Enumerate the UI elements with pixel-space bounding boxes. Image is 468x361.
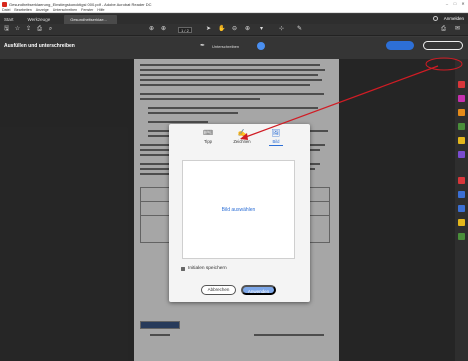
tab-zeichnen-label: Zeichnen — [233, 139, 251, 144]
comment-tool-icon[interactable] — [458, 123, 465, 130]
edit-pdf-icon[interactable] — [458, 95, 465, 102]
menu-datei[interactable]: Datei — [2, 8, 10, 12]
bookmark-star-icon[interactable]: ☆ — [14, 26, 21, 33]
tab-bild[interactable]: 🖼 Bild — [266, 130, 286, 146]
fill-sign-tool-icon[interactable] — [458, 177, 465, 184]
tab-bild-label: Bild — [272, 139, 280, 144]
print-small-icon[interactable]: ⎙ — [440, 26, 447, 33]
fill-sign-bar: Ausfüllen und unterschreiben ✒ Unterschr… — [0, 37, 468, 59]
search-icon[interactable]: ⌕ — [47, 26, 54, 33]
fill-sign-title: Ausfüllen und unterschreiben — [4, 43, 75, 49]
more-tools-icon[interactable] — [458, 233, 465, 240]
next-button[interactable] — [386, 41, 414, 50]
apply-button[interactable]: Anwenden — [241, 285, 276, 295]
select-tool-icon[interactable]: ⊹ — [278, 26, 285, 33]
window-controls: – □ ✕ — [444, 1, 466, 6]
zoom-out-icon[interactable]: ⊖ — [231, 26, 238, 33]
tab-start[interactable]: Start — [4, 17, 14, 22]
close-fill-sign-button[interactable] — [423, 41, 463, 50]
menu-hilfe[interactable]: Hilfe — [97, 8, 104, 12]
keyboard-icon: ⌨ — [203, 130, 214, 137]
active-tab-underline — [269, 145, 283, 146]
image-dropzone[interactable]: Bild auswählen — [182, 160, 295, 259]
comment-icon[interactable]: ✎ — [296, 26, 303, 33]
menu-anzeige[interactable]: Anzeige — [36, 8, 49, 12]
sign-label[interactable]: Unterschreiben — [212, 44, 239, 49]
initials-dialog: ⌨ Tipp ✍ Zeichnen 🖼 Bild Bild auswählen … — [169, 124, 310, 302]
title-bar: Gesundheitserklaerung_Einstiegskoncktigs… — [0, 0, 468, 8]
draw-icon: ✍ — [237, 130, 247, 137]
save-initials-checkbox[interactable] — [181, 266, 185, 271]
mail-icon[interactable]: ✉ — [454, 26, 461, 33]
zoom-dropdown-icon[interactable]: ▾ — [258, 26, 265, 33]
tab-bar: Start Werkzeuge Gesundheitserklae... Anm… — [0, 14, 468, 24]
window-title: Gesundheitserklaerung_Einstiegskoncktigs… — [9, 1, 152, 7]
share-icon[interactable]: ⇪ — [25, 26, 32, 33]
tab-tipp-label: Tipp — [204, 139, 212, 144]
cancel-button[interactable]: Abbrechen — [201, 285, 236, 295]
tab-zeichnen[interactable]: ✍ Zeichnen — [232, 130, 252, 146]
menu-fenster[interactable]: Fenster — [81, 8, 93, 12]
zoom-in-icon[interactable]: ⊕ — [244, 26, 251, 33]
combine-icon[interactable] — [458, 137, 465, 144]
save-icon[interactable]: 🖫 — [3, 26, 10, 33]
page-up-icon[interactable]: ⊕ — [148, 26, 155, 33]
save-initials-option[interactable]: Initialen speichern — [181, 266, 227, 271]
star-tool-icon[interactable] — [458, 219, 465, 226]
right-tools-panel — [455, 59, 468, 361]
create-pdf-icon[interactable] — [458, 109, 465, 116]
image-icon: 🖼 — [271, 130, 281, 137]
sign-pen-icon[interactable]: ✒ — [200, 43, 206, 49]
export-pdf-icon[interactable] — [458, 81, 465, 88]
color-dot-icon[interactable] — [257, 42, 266, 50]
save-initials-label: Initialen speichern — [188, 266, 227, 271]
dialog-tabs: ⌨ Tipp ✍ Zeichnen 🖼 Bild — [198, 130, 286, 146]
organize-icon[interactable] — [458, 151, 465, 158]
page-down-icon[interactable]: ⊕ — [160, 26, 167, 33]
send-icon[interactable] — [458, 205, 465, 212]
tab-document[interactable]: Gesundheitserklae... — [64, 14, 117, 24]
menu-bearbeiten[interactable]: Bearbeiten — [14, 8, 31, 12]
help-icon[interactable] — [432, 16, 438, 21]
protect-icon[interactable] — [458, 191, 465, 198]
minimize-button[interactable]: – — [444, 1, 450, 6]
menu-bar: Datei Bearbeiten Anzeige Unterschreiben … — [0, 8, 468, 13]
tab-tipp[interactable]: ⌨ Tipp — [198, 130, 218, 146]
print-icon[interactable]: ⎙ — [36, 26, 43, 33]
acrobat-icon — [2, 1, 7, 7]
menu-unterschreiben[interactable]: Unterschreiben — [53, 8, 77, 12]
close-window-button[interactable]: ✕ — [460, 1, 466, 6]
cursor-icon[interactable]: ➤ — [205, 26, 212, 33]
main-toolbar: 🖫 ☆ ⇪ ⎙ ⌕ ⊕ ⊕ 1 / 2 ➤ ✋ ⊖ ⊕ ▾ ⊹ ✎ ⎙ ✉ — [0, 24, 468, 36]
select-image-link[interactable]: Bild auswählen — [183, 207, 294, 213]
hand-icon[interactable]: ✋ — [218, 26, 225, 33]
page-indicator[interactable]: 1 / 2 — [178, 27, 192, 33]
tab-werkzeuge[interactable]: Werkzeuge — [28, 17, 51, 22]
maximize-button[interactable]: □ — [452, 1, 458, 6]
signin-link[interactable]: Anmelden — [444, 16, 464, 21]
